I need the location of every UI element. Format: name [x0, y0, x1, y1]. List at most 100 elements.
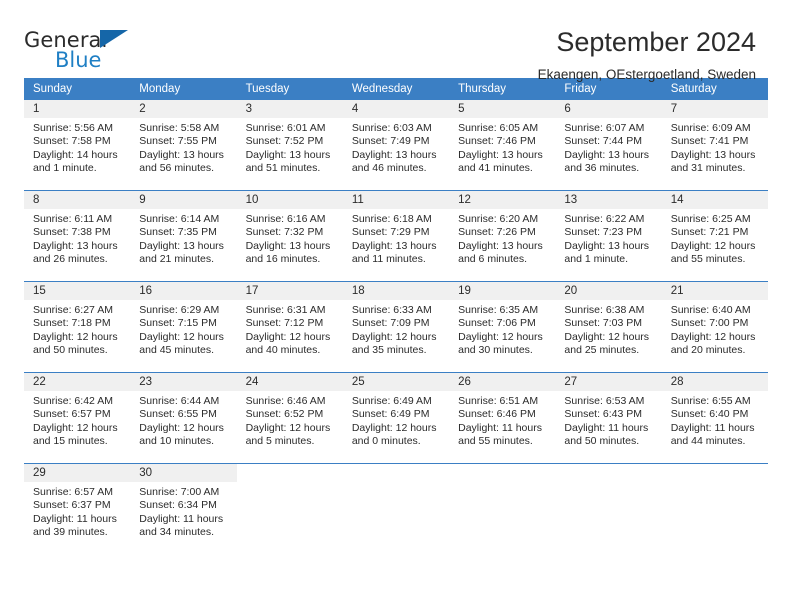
- sunset-time: Sunset: 7:32 PM: [245, 226, 324, 239]
- day-cell-inner: 16 Sunrise: 6:29 AM Sunset: 7:15 PM Dayligh…: [130, 282, 237, 372]
- calendar-day-cell[interactable]: 17 Sunrise: 6:31 AM Sunset: 7:12 PM Dayligh…: [236, 281, 343, 373]
- day-cell-inner: 2 Sunrise: 5:58 AM Sunset: 7:55 PM Daylight…: [130, 100, 237, 190]
- calendar-day-cell[interactable]: 11 Sunrise: 6:18 AM Sunset: 7:29 PM Dayligh…: [342, 190, 450, 282]
- day-cell-inner: 25 Sunrise: 6:49 AM Sunset: 6:49 PM Dayligh…: [342, 373, 450, 463]
- calendar-day-cell[interactable]: 5 Sunrise: 6:05 AM Sunset: 7:46 PM Daylight…: [449, 100, 556, 191]
- calendar-day-cell[interactable]: 15 Sunrise: 6:27 AM Sunset: 7:18 PM Dayligh…: [24, 281, 131, 373]
- day-details: Sunrise: 6:57 AM Sunset: 6:37 PM Daylight:…: [24, 482, 130, 540]
- day-cell-inner: 11 Sunrise: 6:18 AM Sunset: 7:29 PM Dayligh…: [342, 191, 450, 281]
- daylight-duration-line1: Daylight: 12 hours: [139, 330, 224, 343]
- calendar-day-cell[interactable]: 8 Sunrise: 6:11 AM Sunset: 7:38 PM Daylight…: [24, 190, 131, 282]
- day-number: 23: [130, 373, 237, 391]
- day-details: Sunrise: 6:07 AM Sunset: 7:44 PM Daylight:…: [555, 118, 661, 176]
- day-number: 11: [342, 191, 450, 209]
- calendar-day-cell[interactable]: 3 Sunrise: 6:01 AM Sunset: 7:52 PM Daylight…: [236, 100, 343, 191]
- calendar-day-cell[interactable]: 10 Sunrise: 6:16 AM Sunset: 7:32 PM Dayligh…: [236, 190, 343, 282]
- sunrise-time: Sunrise: 6:46 AM: [245, 395, 326, 407]
- sunrise-time: Sunrise: 6:03 AM: [351, 122, 432, 134]
- day-details: Sunrise: 6:35 AM Sunset: 7:06 PM Daylight:…: [449, 300, 555, 358]
- daylight-duration-line2: and 45 minutes.: [139, 344, 214, 357]
- calendar-day-cell[interactable]: 23 Sunrise: 6:44 AM Sunset: 6:55 PM Dayligh…: [130, 372, 237, 464]
- calendar-day-cell[interactable]: 12 Sunrise: 6:20 AM Sunset: 7:26 PM Dayligh…: [449, 190, 556, 282]
- day-cell-inner: 27 Sunrise: 6:53 AM Sunset: 6:43 PM Dayligh…: [555, 373, 662, 463]
- calendar-day-cell[interactable]: 26 Sunrise: 6:51 AM Sunset: 6:46 PM Dayligh…: [449, 372, 556, 464]
- day-cell-inner: 9 Sunrise: 6:14 AM Sunset: 7:35 PM Daylight…: [130, 191, 237, 281]
- sunset-time: Sunset: 7:15 PM: [139, 317, 217, 330]
- sunset-time: Sunset: 7:46 PM: [458, 135, 536, 148]
- sunrise-time: Sunrise: 6:33 AM: [351, 304, 432, 316]
- day-number: [555, 464, 661, 482]
- day-details: Sunrise: 6:31 AM Sunset: 7:12 PM Daylight:…: [237, 300, 343, 358]
- sunrise-time: Sunrise: 6:07 AM: [564, 122, 645, 134]
- calendar-week-row: 22 Sunrise: 6:42 AM Sunset: 6:57 PM Dayligh…: [24, 372, 768, 464]
- calendar-day-cell[interactable]: 24 Sunrise: 6:46 AM Sunset: 6:52 PM Dayligh…: [236, 372, 343, 464]
- day-details: [662, 482, 768, 486]
- logo-triangle-icon: [100, 30, 128, 48]
- daylight-duration-line2: and 50 minutes.: [33, 344, 108, 357]
- title-block: September 2024 Ekaengen, OEstergoetland,…: [538, 26, 768, 85]
- day-number: 2: [130, 100, 237, 118]
- sunset-time: Sunset: 6:34 PM: [139, 499, 217, 512]
- daylight-duration-line1: Daylight: 13 hours: [33, 239, 118, 252]
- sunrise-time: Sunrise: 6:20 AM: [458, 213, 539, 225]
- daylight-duration-line1: Daylight: 12 hours: [458, 330, 543, 343]
- calendar-day-cell[interactable]: 22 Sunrise: 6:42 AM Sunset: 6:57 PM Dayligh…: [24, 372, 131, 464]
- sunrise-time: Sunrise: 6:22 AM: [564, 213, 645, 225]
- day-cell-inner: 23 Sunrise: 6:44 AM Sunset: 6:55 PM Dayligh…: [130, 373, 237, 463]
- calendar-day-cell-empty: [449, 463, 556, 554]
- day-cell-inner: 18 Sunrise: 6:33 AM Sunset: 7:09 PM Dayligh…: [342, 282, 450, 372]
- sunset-time: Sunset: 7:41 PM: [670, 135, 749, 148]
- daylight-duration-line1: Daylight: 12 hours: [33, 330, 118, 343]
- day-details: Sunrise: 5:58 AM Sunset: 7:55 PM Daylight:…: [130, 118, 236, 176]
- calendar-day-cell[interactable]: 4 Sunrise: 6:03 AM Sunset: 7:49 PM Daylight…: [342, 100, 450, 191]
- calendar-day-cell[interactable]: 1 Sunrise: 5:56 AM Sunset: 7:58 PM Daylight…: [24, 100, 131, 191]
- calendar-day-cell[interactable]: 14 Sunrise: 6:25 AM Sunset: 7:21 PM Dayligh…: [661, 190, 768, 282]
- day-cell-inner: 19 Sunrise: 6:35 AM Sunset: 7:06 PM Dayligh…: [449, 282, 556, 372]
- calendar-day-cell[interactable]: 6 Sunrise: 6:07 AM Sunset: 7:44 PM Daylight…: [555, 100, 662, 191]
- sunset-time: Sunset: 7:21 PM: [670, 226, 749, 239]
- day-cell-inner: 12 Sunrise: 6:20 AM Sunset: 7:26 PM Dayligh…: [449, 191, 556, 281]
- daylight-duration-line2: and 44 minutes.: [670, 435, 746, 448]
- day-number: 29: [24, 464, 131, 482]
- calendar-day-cell[interactable]: 19 Sunrise: 6:35 AM Sunset: 7:06 PM Dayligh…: [449, 281, 556, 373]
- day-cell-inner: 26 Sunrise: 6:51 AM Sunset: 6:46 PM Dayligh…: [449, 373, 556, 463]
- calendar-day-cell[interactable]: 9 Sunrise: 6:14 AM Sunset: 7:35 PM Daylight…: [130, 190, 237, 282]
- daylight-duration-line1: Daylight: 12 hours: [245, 421, 331, 434]
- daylight-duration-line1: Daylight: 13 hours: [458, 148, 543, 161]
- sunset-time: Sunset: 7:23 PM: [564, 226, 643, 239]
- day-number: 18: [342, 282, 450, 300]
- day-details: Sunrise: 6:29 AM Sunset: 7:15 PM Daylight:…: [130, 300, 236, 358]
- daylight-duration-line1: Daylight: 12 hours: [670, 330, 756, 343]
- sunrise-time: Sunrise: 6:05 AM: [458, 122, 539, 134]
- sunrise-time: Sunrise: 7:00 AM: [139, 486, 220, 498]
- calendar-day-cell[interactable]: 2 Sunrise: 5:58 AM Sunset: 7:55 PM Daylight…: [130, 100, 237, 191]
- sunrise-time: Sunrise: 6:35 AM: [458, 304, 539, 316]
- daylight-duration-line1: Daylight: 13 hours: [670, 148, 756, 161]
- calendar-day-cell[interactable]: 13 Sunrise: 6:22 AM Sunset: 7:23 PM Dayligh…: [555, 190, 662, 282]
- sunrise-time: Sunrise: 6:14 AM: [139, 213, 220, 225]
- day-number: 16: [130, 282, 237, 300]
- calendar-day-cell[interactable]: 30 Sunrise: 7:00 AM Sunset: 6:34 PM Dayligh…: [130, 463, 237, 554]
- calendar-day-cell[interactable]: 20 Sunrise: 6:38 AM Sunset: 7:03 PM Dayligh…: [555, 281, 662, 373]
- calendar-day-cell[interactable]: 16 Sunrise: 6:29 AM Sunset: 7:15 PM Dayligh…: [130, 281, 237, 373]
- calendar-day-cell[interactable]: 29 Sunrise: 6:57 AM Sunset: 6:37 PM Dayligh…: [24, 463, 131, 554]
- daylight-duration-line2: and 36 minutes.: [564, 162, 640, 175]
- daylight-duration-line1: Daylight: 12 hours: [351, 330, 437, 343]
- calendar-day-cell[interactable]: 27 Sunrise: 6:53 AM Sunset: 6:43 PM Dayligh…: [555, 372, 662, 464]
- day-number: 25: [342, 373, 450, 391]
- daylight-duration-line2: and 40 minutes.: [245, 344, 321, 357]
- daylight-duration-line1: Daylight: 13 hours: [245, 148, 331, 161]
- calendar-day-cell-empty: [342, 463, 450, 554]
- logo-text-blue: Blue: [55, 48, 102, 72]
- calendar-day-cell[interactable]: 18 Sunrise: 6:33 AM Sunset: 7:09 PM Dayligh…: [342, 281, 450, 373]
- calendar-day-cell[interactable]: 28 Sunrise: 6:55 AM Sunset: 6:40 PM Dayligh…: [661, 372, 768, 464]
- day-number: 5: [449, 100, 556, 118]
- calendar-day-cell[interactable]: 7 Sunrise: 6:09 AM Sunset: 7:41 PM Daylight…: [661, 100, 768, 191]
- daylight-duration-line2: and 35 minutes.: [351, 344, 427, 357]
- daylight-duration-line2: and 39 minutes.: [33, 526, 108, 539]
- day-details: Sunrise: 6:38 AM Sunset: 7:03 PM Daylight:…: [555, 300, 661, 358]
- sunrise-time: Sunrise: 6:09 AM: [670, 122, 751, 134]
- calendar-day-cell[interactable]: 21 Sunrise: 6:40 AM Sunset: 7:00 PM Dayligh…: [661, 281, 768, 373]
- calendar-day-cell[interactable]: 25 Sunrise: 6:49 AM Sunset: 6:49 PM Dayligh…: [342, 372, 450, 464]
- sunrise-time: Sunrise: 5:56 AM: [33, 122, 113, 134]
